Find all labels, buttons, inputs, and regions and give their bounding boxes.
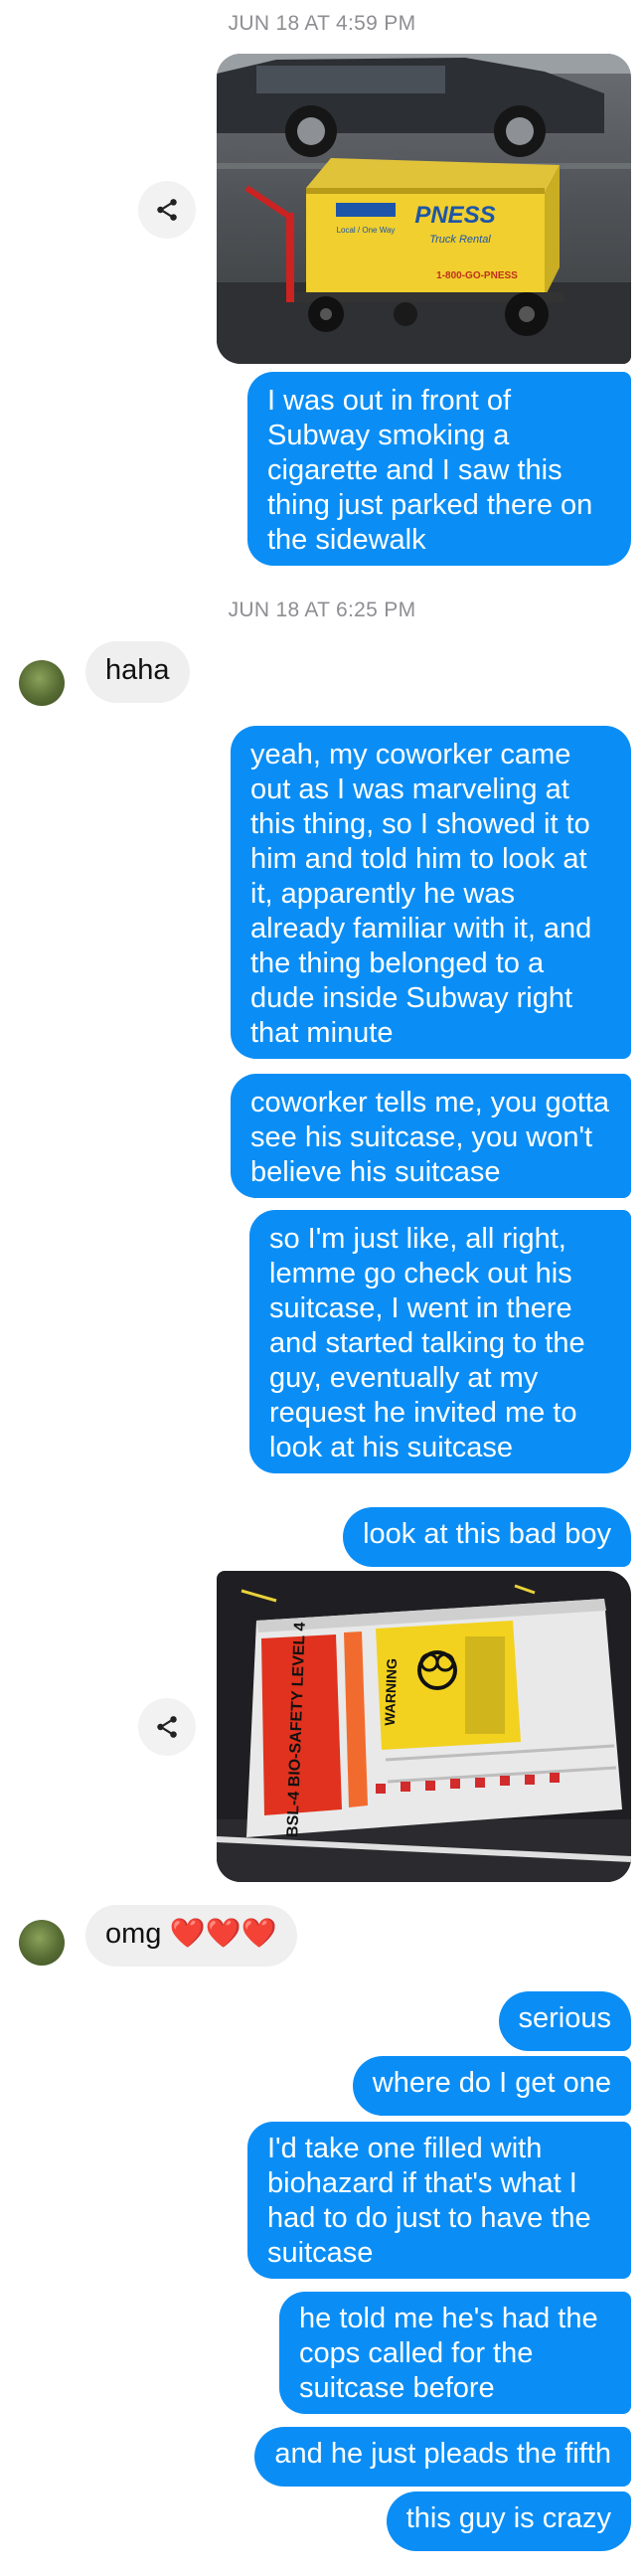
message-bubble-outgoing[interactable]: coworker tells me, you gotta see his sui… <box>231 1074 631 1198</box>
message-bubble-outgoing[interactable]: I'd take one filled with biohazard if th… <box>247 2122 631 2279</box>
message-bubble-outgoing[interactable]: I was out in front of Subway smoking a c… <box>247 372 631 566</box>
message-bubble-incoming[interactable]: omg ❤️❤️❤️ <box>85 1905 297 1967</box>
timestamp: JUN 18 AT 4:59 PM <box>228 12 416 35</box>
share-button[interactable] <box>138 181 196 239</box>
box-small: Local / One Way <box>337 226 396 235</box>
timestamp: JUN 18 AT 6:25 PM <box>228 599 416 621</box>
cart-photo[interactable]: PNESS Truck Rental Local / One Way 1-800… <box>217 54 631 364</box>
heart-emoji-icon: ❤️❤️❤️ <box>169 1918 277 1950</box>
share-button[interactable] <box>138 1698 196 1756</box>
message-bubble-outgoing[interactable]: so I'm just like, all right, lemme go ch… <box>249 1210 631 1473</box>
share-icon <box>157 1716 177 1738</box>
avatar[interactable] <box>19 1920 65 1966</box>
message-bubble-outgoing[interactable]: where do I get one <box>352 2056 631 2116</box>
suitcase-photo[interactable]: BSL-4 BIO-SAFETY LEVEL 4 WARNING <box>217 1571 631 1882</box>
message-bubble-outgoing[interactable]: yeah, my coworker came out as I was marv… <box>231 726 631 1059</box>
message-bubble-outgoing[interactable]: serious <box>498 1991 631 2051</box>
message-bubble-incoming[interactable]: haha <box>85 641 190 703</box>
message-bubble-outgoing[interactable]: he told me he's had the cops called for … <box>279 2292 631 2414</box>
share-icon <box>157 199 177 221</box>
warning-label-text: WARNING <box>382 1658 400 1726</box>
message-bubble-outgoing[interactable]: this guy is crazy <box>386 2491 631 2551</box>
message-text: omg <box>105 1918 162 1950</box>
box-brand: PNESS <box>414 202 495 229</box>
cart-image: PNESS Truck Rental Local / One Way 1-800… <box>217 54 631 364</box>
box-sub: Truck Rental <box>429 234 491 246</box>
box-phone: 1-800-GO-PNESS <box>436 270 518 281</box>
message-bubble-outgoing[interactable]: and he just pleads the fifth <box>254 2427 631 2487</box>
suitcase-image: BSL-4 BIO-SAFETY LEVEL 4 WARNING <box>217 1571 631 1882</box>
avatar[interactable] <box>19 660 65 706</box>
message-bubble-outgoing[interactable]: look at this bad boy <box>343 1507 631 1567</box>
